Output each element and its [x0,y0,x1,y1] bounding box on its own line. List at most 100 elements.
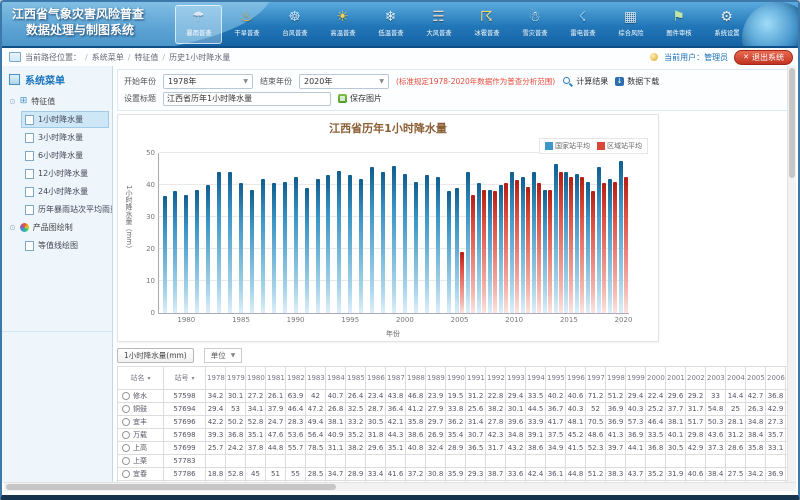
col-header-year[interactable]: 2001 [666,367,686,390]
breadcrumb-item[interactable]: 系统菜单 [92,53,124,62]
value-cell: 38.2 [486,403,506,416]
sidebar-item-2-1[interactable]: 等值线绘图 [21,237,109,254]
chart-title-input[interactable] [163,92,331,106]
station-radio[interactable] [122,418,130,426]
col-header-year[interactable]: 1992 [486,367,506,390]
value-cell: 14.4 [726,390,746,403]
nav-item-3[interactable]: ☸台风普查 [271,5,318,44]
download-button[interactable]: 数据下载 [615,76,659,87]
value-cell: 51 [266,468,286,481]
breadcrumb-item[interactable]: 特征值 [134,53,158,62]
col-header-year[interactable]: 1978 [206,367,226,390]
col-header-year[interactable]: 1998 [606,367,626,390]
nav-item-8[interactable]: ☃雪灾普查 [511,5,558,44]
col-header-year[interactable]: 1993 [506,367,526,390]
nav-item-4[interactable]: ☀高温普查 [319,5,366,44]
col-header-year[interactable]: 2006 [766,367,786,390]
station-radio[interactable] [122,457,130,465]
bar-national [403,174,407,313]
nav-item-11[interactable]: ⚑图件审核 [655,5,702,44]
horizontal-scrollbar-thumb[interactable] [6,484,336,490]
nav-item-2[interactable]: ♨干旱普查 [223,5,270,44]
col-header-year[interactable]: 1996 [566,367,586,390]
start-year-select[interactable]: 1978年 ▼ [163,74,253,89]
station-radio[interactable] [122,405,130,413]
nav-item-1[interactable]: ☂暴雨普查 [175,5,222,44]
top-nav: ☂暴雨普查♨干旱普查☸台风普查☀高温普查❄低温普查☴大风普查☈冰雹普查☃雪灾普查… [175,5,750,44]
value-cell [686,455,706,468]
station-radio[interactable] [122,470,130,478]
col-header-station-inner: 站名▾ [119,373,162,383]
sidebar-group-2[interactable]: ⊙产品图绘制 [7,219,109,236]
col-header-year[interactable]: 1979 [226,367,246,390]
vertical-scrollbar[interactable] [787,66,796,482]
col-header-year[interactable]: 1991 [466,367,486,390]
col-header-year[interactable]: 1980 [246,367,266,390]
sidebar-item-1-3[interactable]: 6小时降水量 [21,147,109,164]
sidebar-item-1-5[interactable]: 24小时降水量 [21,183,109,200]
col-header-year[interactable]: 1995 [546,367,566,390]
logout-button[interactable]: ✕ 退出系统 [734,50,793,65]
bar-national [455,188,459,313]
col-header-year[interactable]: 1985 [346,367,366,390]
col-header-year[interactable]: 1997 [586,367,606,390]
value-cell: 27.2 [246,390,266,403]
col-station-id-label: 站号 [174,373,188,383]
col-header-year[interactable]: 1988 [406,367,426,390]
value-cell: 32.5 [346,403,366,416]
col-header-year[interactable]: 2005 [746,367,766,390]
nav-item-10[interactable]: ▦综合风险 [607,5,654,44]
horizontal-scrollbar[interactable] [4,482,796,491]
col-header-station-id[interactable]: 站号▾ [164,367,206,390]
start-year-label: 开始年份 [124,76,156,87]
col-header-year[interactable]: 1990 [446,367,466,390]
col-header-year[interactable]: 1989 [426,367,446,390]
x-tick-label: 2010 [505,316,523,324]
nav-item-6[interactable]: ☴大风普查 [415,5,462,44]
value-cell: 38.1 [326,416,346,429]
nav-item-5[interactable]: ❄低温普查 [367,5,414,44]
col-header-year[interactable]: 1982 [286,367,306,390]
breadcrumb-item[interactable]: 历史1小时降水量 [169,53,230,62]
bar-national [425,175,429,313]
table-sort-dropdown[interactable]: 单位 ▼ [204,348,243,363]
col-header-year[interactable]: 2002 [686,367,706,390]
nav-item-9[interactable]: ☇雷电普查 [559,5,606,44]
low-temp-icon: ❄ [385,6,397,28]
col-header-year[interactable]: 1983 [306,367,326,390]
sidebar-item-1-1[interactable]: 1小时降水量 [21,111,109,128]
nav-item-12[interactable]: ⚙系统设置 [703,5,750,44]
sidebar-item-1-4[interactable]: 12小时降水量 [21,165,109,182]
bar-national [359,179,363,313]
bar-regional [493,191,497,313]
chevron-down-icon: ▼ [231,352,236,359]
col-header-station[interactable]: 站名▾ [118,367,164,390]
value-cell: 38.6 [526,442,546,455]
sidebar-item-1-2[interactable]: 3小时降水量 [21,129,109,146]
value-cell: 35.2 [646,468,666,481]
col-header-year[interactable]: 2004 [726,367,746,390]
nav-item-7[interactable]: ☈冰雹普查 [463,5,510,44]
col-header-year[interactable]: 1986 [366,367,386,390]
end-year-select[interactable]: 2020年 ▼ [299,74,389,89]
station-radio[interactable] [122,444,130,452]
value-cell [766,455,786,468]
col-header-year[interactable]: 2000 [646,367,666,390]
value-cell: 28.7 [366,403,386,416]
value-cell: 31.9 [666,468,686,481]
sidebar-group-1[interactable]: ⊙⊞特征值 [7,93,109,110]
col-header-year[interactable]: 1981 [266,367,286,390]
col-header-year[interactable]: 1994 [526,367,546,390]
col-header-year[interactable]: 2003 [706,367,726,390]
station-radio[interactable] [122,392,130,400]
col-header-year[interactable]: 1984 [326,367,346,390]
col-header-year[interactable]: 1999 [626,367,646,390]
calculate-button[interactable]: 计算结果 [562,76,608,87]
vertical-scrollbar-thumb[interactable] [789,68,795,178]
sidebar-item-1-6[interactable]: 历年暴雨站次平均雨量 [21,201,109,218]
station-radio[interactable] [122,431,130,439]
col-header-year[interactable]: 1987 [386,367,406,390]
x-tick-label: 1990 [287,316,305,324]
save-image-button[interactable]: 保存图片 [338,93,382,104]
table-unit-button[interactable]: 1小时降水量(mm) [117,348,194,363]
